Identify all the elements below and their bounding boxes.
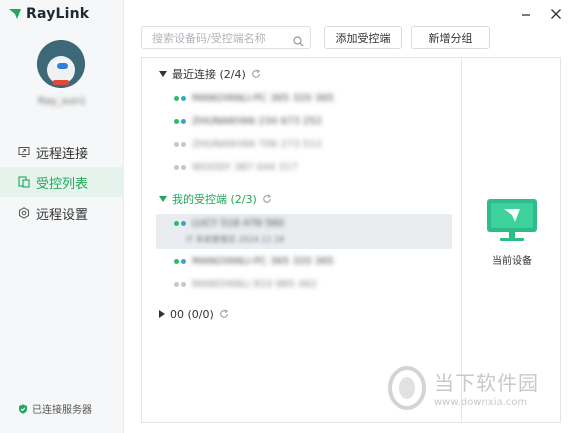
server-status: 已连接服务器	[18, 401, 92, 416]
logo-text: RayLink	[26, 6, 90, 22]
group-header-00[interactable]: 00 (0/0)	[159, 306, 229, 322]
minimize-icon	[522, 14, 530, 16]
new-group-button[interactable]: 新增分组	[411, 26, 490, 49]
device-row[interactable]: ZHUNANYAN 706 273 512	[174, 136, 322, 152]
group-title: 最近连接 (2/4)	[172, 68, 246, 81]
group-header-my-controlled[interactable]: 我的受控端 (2/3)	[159, 191, 272, 207]
sidebar-item-label: 远程设置	[36, 207, 89, 223]
remote-connect-icon	[18, 146, 30, 158]
sidebar-item-controlled-list[interactable]: 受控列表	[0, 167, 124, 197]
shield-check-icon	[19, 404, 27, 414]
minimize-button[interactable]	[518, 6, 534, 22]
device-subtitle: IT 系统管理员 2024.12.18	[186, 235, 285, 244]
server-status-text: 已连接服务器	[32, 405, 92, 416]
device-name: WOODY 387 044 317	[192, 161, 298, 173]
device-name: ZHUNANYAN 706 273 512	[192, 138, 322, 150]
search-input[interactable]	[142, 28, 287, 49]
search-icon[interactable]	[293, 32, 304, 51]
current-device-panel: 当前设备	[461, 57, 561, 423]
device-name: MANGYANLI 810 885 462	[192, 278, 318, 290]
astronaut-avatar-icon	[37, 40, 85, 88]
current-device[interactable]: 当前设备	[486, 198, 538, 267]
monitor-icon	[487, 199, 537, 241]
device-row[interactable]: WOODY 387 044 317	[174, 159, 298, 175]
device-name: LUCY 518 478 560	[192, 217, 285, 229]
sidebar-item-remote-settings[interactable]: 远程设置	[0, 198, 124, 228]
group-title: 我的受控端 (2/3)	[172, 193, 257, 206]
device-row[interactable]: MANGYANLI-PC 365 320 365	[174, 90, 334, 106]
search-box	[141, 26, 311, 49]
refresh-icon[interactable]	[219, 309, 229, 319]
device-list-panel: 最近连接 (2/4) MANGYANLI-PC 365 320 365 ZHUN…	[141, 57, 461, 423]
device-row[interactable]: MANGYANLI 810 885 462	[174, 276, 317, 292]
controlled-list-icon	[18, 176, 30, 188]
avatar[interactable]	[37, 40, 85, 88]
sidebar-item-label: 远程连接	[36, 146, 89, 162]
refresh-icon[interactable]	[262, 194, 272, 204]
username: Ray_sun1	[37, 96, 87, 107]
close-icon	[551, 9, 561, 19]
device-name: MANGYANLI-PC 365 320 365	[192, 92, 334, 104]
gear-icon	[18, 207, 30, 219]
device-row[interactable]: MANGYANLI-PC 365 320 365	[174, 253, 334, 269]
sidebar: RayLink Ray_sun1 远程连接 受控列表 远程设置 已连接服务器	[0, 0, 124, 433]
refresh-icon[interactable]	[251, 69, 261, 79]
sidebar-item-remote-connect[interactable]: 远程连接	[0, 137, 124, 167]
close-button[interactable]	[548, 6, 564, 22]
device-row[interactable]: ZHUNANYAN 234 673 252	[174, 113, 322, 129]
group-header-recent[interactable]: 最近连接 (2/4)	[159, 66, 261, 82]
raylink-logo-icon	[9, 9, 21, 19]
chevron-down-icon	[159, 196, 167, 202]
app-logo: RayLink	[8, 6, 89, 22]
current-device-label: 当前设备	[492, 256, 532, 267]
sidebar-item-label: 受控列表	[36, 176, 89, 192]
chevron-down-icon	[159, 71, 167, 77]
chevron-right-icon	[159, 310, 165, 318]
group-title: 00 (0/0)	[170, 307, 214, 321]
add-controlled-button[interactable]: 添加受控端	[324, 26, 402, 49]
device-name: MANGYANLI-PC 365 320 365	[192, 255, 334, 267]
device-name: ZHUNANYAN 234 673 252	[192, 115, 322, 127]
device-row[interactable]: LUCY 518 478 560	[174, 215, 284, 231]
